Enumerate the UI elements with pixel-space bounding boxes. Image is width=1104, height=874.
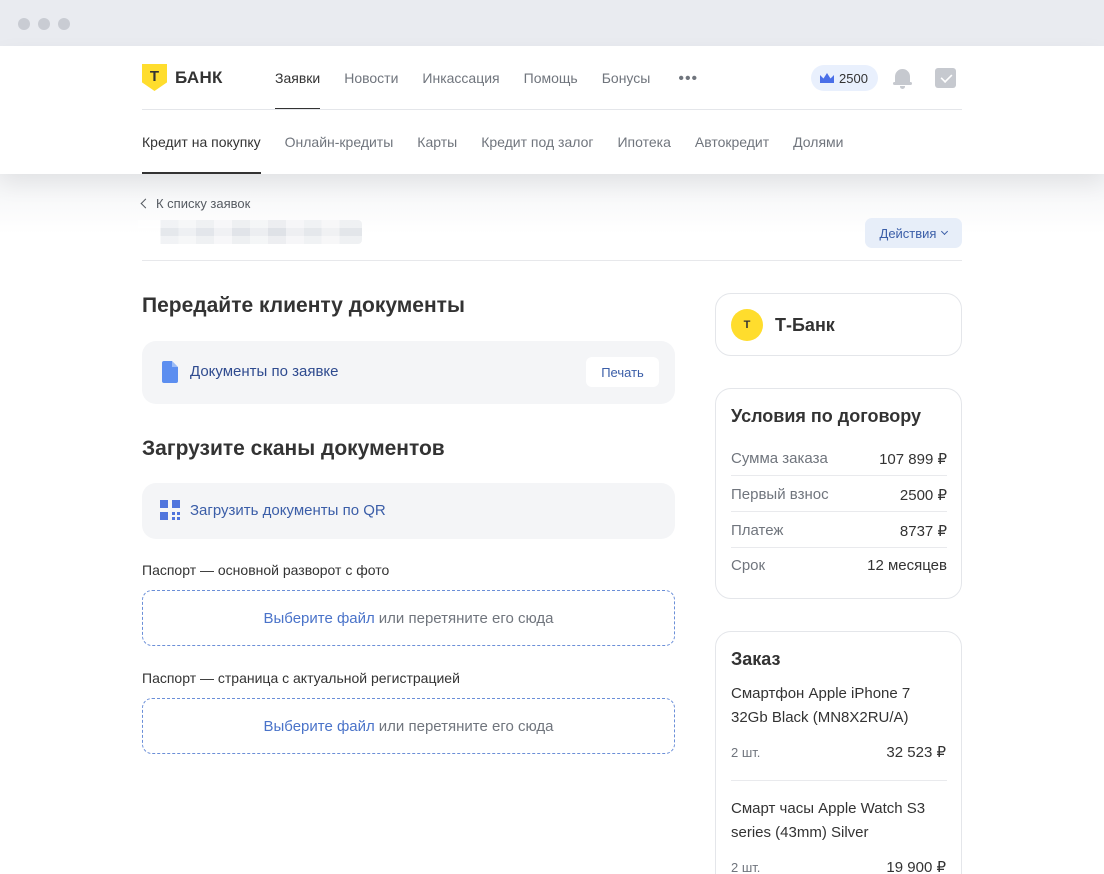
application-documents-link[interactable]: Документы по заявке bbox=[190, 363, 339, 380]
subnav-item-auto-credit[interactable]: Автокредит bbox=[695, 134, 769, 174]
document-icon bbox=[162, 361, 178, 383]
order-item-name: Смарт часы Apple Watch S3 series (43mm) … bbox=[731, 800, 926, 841]
subnav-item-mortgage[interactable]: Ипотека bbox=[617, 134, 670, 174]
bank-logo[interactable]: Т БАНК bbox=[142, 64, 223, 91]
browser-chrome bbox=[0, 0, 1104, 46]
qr-code-icon bbox=[160, 500, 180, 520]
dropzone-hint: или перетяните его сюда bbox=[378, 717, 554, 735]
site-header: Т БАНК Заявки Новости Инкассация Помощь … bbox=[0, 46, 1104, 174]
back-link-label: К списку заявок bbox=[156, 196, 251, 211]
contract-terms-title: Условия по договору bbox=[731, 406, 922, 426]
back-to-list-link[interactable]: К списку заявок bbox=[140, 196, 251, 211]
top-nav: Заявки Новости Инкассация Помощь Бонусы … bbox=[275, 70, 698, 110]
subnav-item-purchase-credit[interactable]: Кредит на покупку bbox=[142, 134, 261, 174]
subnav-item-cards[interactable]: Карты bbox=[417, 134, 457, 174]
more-menu-icon[interactable]: ••• bbox=[678, 70, 698, 110]
nav-item-applications[interactable]: Заявки bbox=[275, 70, 321, 110]
crown-icon bbox=[820, 73, 834, 83]
actions-label: Действия bbox=[879, 225, 937, 241]
choose-file-link[interactable]: Выберите файл bbox=[263, 718, 374, 735]
order-item-qty: 2 шт. bbox=[731, 745, 761, 760]
passport-registration-label: Паспорт — страница с актуальной регистра… bbox=[142, 670, 460, 686]
bonus-balance-badge[interactable]: 2500 bbox=[811, 65, 878, 91]
passport-main-dropzone[interactable]: Выберите файл или перетяните его сюда bbox=[142, 590, 675, 646]
contract-row-order-sum: Сумма заказа 107 899 ₽ bbox=[731, 450, 947, 468]
chevron-down-icon bbox=[941, 227, 949, 236]
order-item-name: Смартфон Apple iPhone 7 32Gb Black (MN8X… bbox=[731, 685, 911, 726]
notifications-bell-icon[interactable] bbox=[893, 67, 912, 89]
subnav-item-installments[interactable]: Долями bbox=[793, 134, 843, 174]
qr-upload-link[interactable]: Загрузить документы по QR bbox=[190, 502, 386, 519]
window-dot-icon bbox=[18, 18, 30, 30]
choose-file-link[interactable]: Выберите файл bbox=[263, 610, 374, 627]
order-item-price: 32 523 ₽ bbox=[886, 744, 946, 761]
bonus-balance-value: 2500 bbox=[839, 70, 868, 86]
row-divider bbox=[731, 780, 947, 781]
logo-shield-icon: Т bbox=[142, 64, 167, 91]
dropzone-hint: или перетяните его сюда bbox=[378, 609, 554, 627]
contract-row-term: Срок 12 месяцев bbox=[731, 557, 947, 574]
window-dot-icon bbox=[38, 18, 50, 30]
documents-section-title: Передайте клиенту документы bbox=[142, 294, 465, 317]
t-bank-logo-icon: Т bbox=[731, 309, 763, 341]
bank-name: Т-Банк bbox=[775, 315, 835, 335]
chevron-left-icon bbox=[140, 198, 151, 209]
nav-item-bonuses[interactable]: Бонусы bbox=[602, 70, 651, 110]
inbox-icon[interactable] bbox=[935, 68, 956, 88]
row-divider bbox=[731, 511, 947, 512]
upload-section-title: Загрузите сканы документов bbox=[142, 437, 445, 460]
order-item-qty: 2 шт. bbox=[731, 860, 761, 874]
contract-row-payment: Платеж 8737 ₽ bbox=[731, 522, 947, 540]
actions-dropdown-button[interactable]: Действия bbox=[865, 218, 962, 248]
nav-item-collection[interactable]: Инкассация bbox=[422, 70, 499, 110]
subnav-item-online-credits[interactable]: Онлайн-кредиты bbox=[285, 134, 394, 174]
contract-terms-card: Условия по договору Сумма заказа 107 899 … bbox=[715, 388, 962, 599]
row-divider bbox=[731, 547, 947, 548]
section-divider bbox=[142, 260, 962, 261]
sub-nav: Кредит на покупку Онлайн-кредиты Карты К… bbox=[142, 134, 843, 174]
window-dot-icon bbox=[58, 18, 70, 30]
contract-row-down-payment: Первый взнос 2500 ₽ bbox=[731, 486, 947, 504]
nav-item-help[interactable]: Помощь bbox=[524, 70, 578, 110]
subnav-item-secured-credit[interactable]: Кредит под залог bbox=[481, 134, 593, 174]
nav-item-news[interactable]: Новости bbox=[344, 70, 398, 110]
redacted-application-title bbox=[138, 220, 362, 244]
passport-registration-dropzone[interactable]: Выберите файл или перетяните его сюда bbox=[142, 698, 675, 754]
documents-card: Документы по заявке Печать bbox=[142, 341, 675, 404]
print-button[interactable]: Печать bbox=[586, 357, 659, 387]
logo-text: БАНК bbox=[175, 67, 223, 87]
qr-upload-card[interactable]: Загрузить документы по QR bbox=[142, 483, 675, 539]
bank-card: Т Т-Банк bbox=[715, 293, 962, 356]
order-card: Заказ Смартфон Apple iPhone 7 32Gb Black… bbox=[715, 631, 962, 874]
passport-main-label: Паспорт — основной разворот с фото bbox=[142, 562, 390, 578]
header-divider bbox=[142, 109, 962, 110]
order-item-price: 19 900 ₽ bbox=[886, 859, 946, 874]
order-title: Заказ bbox=[731, 649, 781, 669]
row-divider bbox=[731, 475, 947, 476]
